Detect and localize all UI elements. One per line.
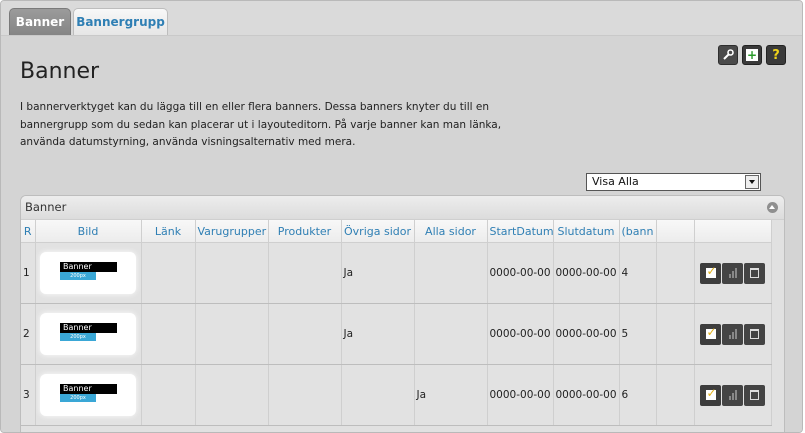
column-header-ovriga-sidor[interactable]: Övriga sidor: [341, 220, 415, 243]
column-header-actions: [694, 220, 772, 243]
table-row: 1 Banner 200px Ja 0000-00-00 0000-00-00 4: [21, 242, 772, 304]
cell-ovriga-sidor: [341, 364, 415, 426]
cell-produkter: [268, 364, 342, 426]
cell-slutdatum: 0000-00-00: [553, 242, 620, 304]
edit-icon[interactable]: [700, 323, 721, 345]
cell-slutdatum: 0000-00-00: [553, 303, 620, 365]
banner-panel: Banner R Bild Länk Varugrupper Produkter…: [20, 195, 785, 432]
cell-varugrupper: [195, 242, 269, 304]
column-header-varugrupper[interactable]: Varugrupper: [195, 220, 269, 243]
cell-bann: 6: [619, 364, 657, 426]
edit-icon[interactable]: [700, 262, 721, 284]
cell-empty: [656, 242, 695, 304]
page-description: I bannerverktyget kan du lägga till en e…: [20, 101, 502, 148]
cell-ovriga-sidor: Ja: [341, 242, 415, 304]
stats-icon[interactable]: [722, 262, 743, 284]
stats-icon[interactable]: [722, 323, 743, 345]
cell-varugrupper: [195, 364, 269, 426]
cell-alla-sidor: Ja: [414, 364, 488, 426]
cell-lank: [141, 303, 196, 365]
cell-alla-sidor: [414, 242, 488, 304]
banner-thumbnail[interactable]: Banner 200px: [40, 313, 136, 355]
column-header-r[interactable]: R: [21, 220, 36, 243]
trash-icon[interactable]: [744, 262, 765, 284]
banner-thumb-text: Banner: [60, 262, 117, 272]
cell-startdatum: 0000-00-00: [487, 242, 554, 304]
cell-lank: [141, 242, 196, 304]
cell-bild: Banner 200px: [35, 303, 142, 365]
filter-selected-value: Visa Alla: [592, 175, 639, 188]
column-header-startdatum[interactable]: StartDatum: [487, 220, 554, 243]
column-header-alla-sidor[interactable]: Alla sidor: [414, 220, 488, 243]
cell-actions: [694, 303, 772, 365]
cell-r: 2: [21, 303, 36, 365]
wrench-icon[interactable]: [718, 45, 738, 65]
cell-bann: 4: [619, 242, 657, 304]
cell-ovriga-sidor: Ja: [341, 303, 415, 365]
collapse-icon[interactable]: [767, 202, 778, 213]
filter-select[interactable]: Visa Alla: [586, 173, 761, 191]
toolbar: + ?: [718, 45, 786, 65]
trash-icon[interactable]: [744, 384, 765, 406]
help-icon[interactable]: ?: [766, 45, 786, 65]
cell-slutdatum: 0000-00-00: [553, 364, 620, 426]
column-header-bild[interactable]: Bild: [35, 220, 142, 243]
cell-empty: [656, 364, 695, 426]
cell-empty: [656, 303, 695, 365]
table-header-row: R Bild Länk Varugrupper Produkter Övriga…: [21, 220, 772, 243]
edit-icon[interactable]: [700, 384, 721, 406]
chevron-down-icon[interactable]: [745, 175, 759, 189]
banner-thumb-text: Banner: [60, 384, 117, 394]
tab-bannergrupp[interactable]: Bannergrupp: [73, 8, 168, 35]
cell-produkter: [268, 303, 342, 365]
banner-table: R Bild Länk Varugrupper Produkter Övriga…: [21, 220, 772, 426]
cell-startdatum: 0000-00-00: [487, 364, 554, 426]
cell-varugrupper: [195, 303, 269, 365]
add-icon[interactable]: +: [742, 45, 762, 65]
panel-header: Banner: [21, 196, 784, 220]
banner-thumb-size: 200px: [60, 272, 96, 280]
column-header-slutdatum[interactable]: Slutdatum: [553, 220, 620, 243]
banner-thumbnail[interactable]: Banner 200px: [40, 374, 136, 416]
page-title: Banner: [20, 59, 100, 84]
column-header-lank[interactable]: Länk: [141, 220, 196, 243]
banner-thumbnail[interactable]: Banner 200px: [40, 252, 136, 294]
banner-thumb-text: Banner: [60, 323, 117, 333]
add-glyph: +: [746, 48, 758, 62]
banner-thumb-size: 200px: [60, 394, 96, 402]
cell-lank: [141, 364, 196, 426]
trash-icon[interactable]: [744, 323, 765, 345]
table-row: 3 Banner 200px Ja 0000-00-00 0000-00-00 6: [21, 364, 772, 426]
table-row: 2 Banner 200px Ja 0000-00-00 0000-00-00 5: [21, 303, 772, 365]
cell-r: 1: [21, 242, 36, 304]
cell-bann: 5: [619, 303, 657, 365]
panel-title: Banner: [25, 200, 67, 214]
cell-r: 3: [21, 364, 36, 426]
row-actions: [697, 262, 769, 284]
cell-startdatum: 0000-00-00: [487, 303, 554, 365]
cell-bild: Banner 200px: [35, 364, 142, 426]
cell-alla-sidor: [414, 303, 488, 365]
row-actions: [697, 384, 769, 406]
cell-produkter: [268, 242, 342, 304]
column-header-empty: [656, 220, 695, 243]
stats-icon[interactable]: [722, 384, 743, 406]
row-actions: [697, 323, 769, 345]
cell-actions: [694, 364, 772, 426]
tab-banner[interactable]: Banner: [9, 8, 71, 35]
cell-bild: Banner 200px: [35, 242, 142, 304]
window: Banner Bannergrupp + ? Banner I bannerve…: [0, 0, 803, 433]
cell-actions: [694, 242, 772, 304]
banner-thumb-size: 200px: [60, 333, 96, 341]
column-header-produkter[interactable]: Produkter: [268, 220, 342, 243]
column-header-bann[interactable]: (bann: [619, 220, 657, 243]
tab-bar: Banner Bannergrupp: [1, 1, 802, 36]
